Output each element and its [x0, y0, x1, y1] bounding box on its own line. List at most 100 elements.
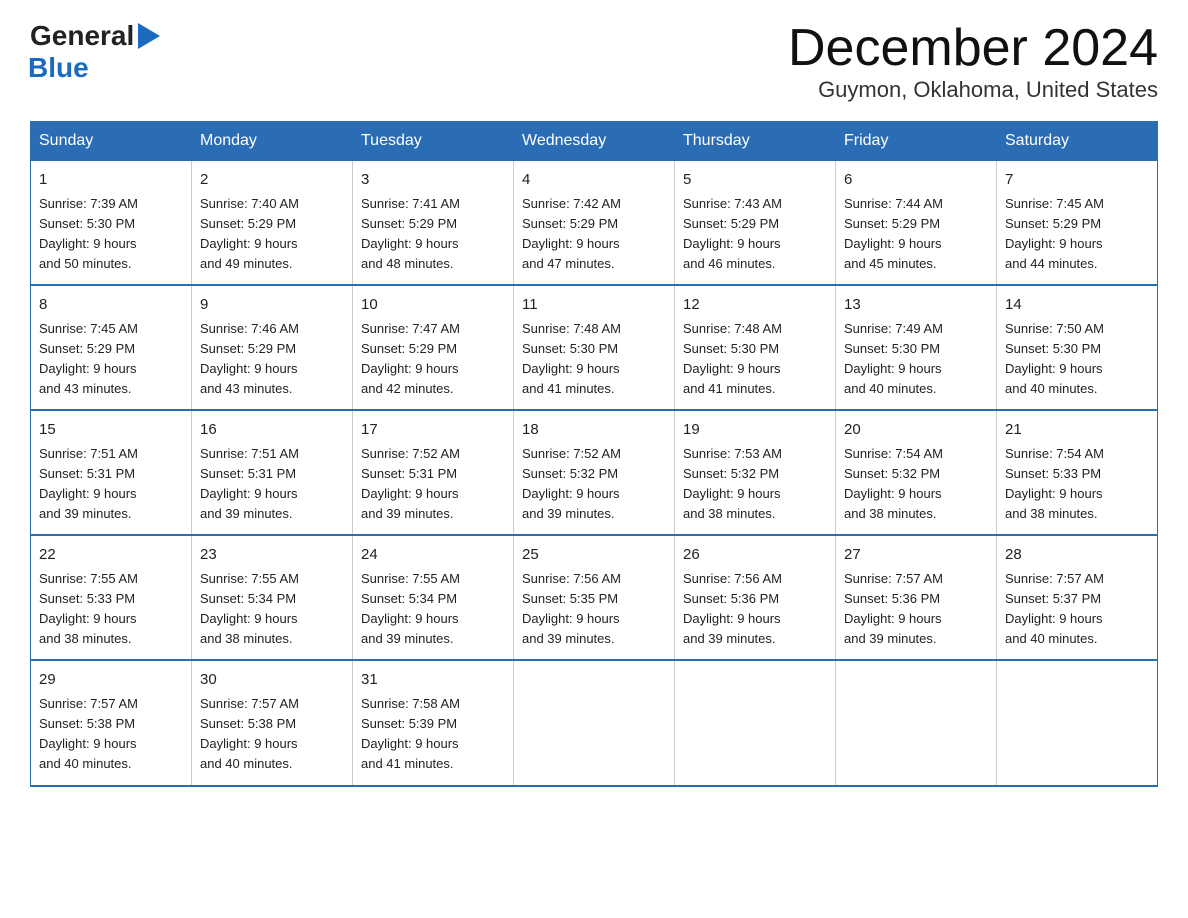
- calendar-cell: 4Sunrise: 7:42 AMSunset: 5:29 PMDaylight…: [514, 161, 675, 286]
- calendar-cell: 1Sunrise: 7:39 AMSunset: 5:30 PMDaylight…: [31, 161, 192, 286]
- calendar-cell: 30Sunrise: 7:57 AMSunset: 5:38 PMDayligh…: [192, 660, 353, 785]
- header-sunday: Sunday: [31, 122, 192, 161]
- logo: General Blue: [30, 20, 160, 84]
- calendar-cell: 24Sunrise: 7:55 AMSunset: 5:34 PMDayligh…: [353, 535, 514, 660]
- calendar-cell: 19Sunrise: 7:53 AMSunset: 5:32 PMDayligh…: [675, 410, 836, 535]
- day-info: Sunrise: 7:43 AMSunset: 5:29 PMDaylight:…: [683, 194, 827, 275]
- header-thursday: Thursday: [675, 122, 836, 161]
- calendar-week-row: 15Sunrise: 7:51 AMSunset: 5:31 PMDayligh…: [31, 410, 1158, 535]
- calendar-cell: 13Sunrise: 7:49 AMSunset: 5:30 PMDayligh…: [836, 285, 997, 410]
- day-number: 28: [1005, 544, 1149, 567]
- day-number: 24: [361, 544, 505, 567]
- calendar-title: December 2024: [788, 20, 1158, 77]
- day-number: 9: [200, 294, 344, 317]
- calendar-cell: 7Sunrise: 7:45 AMSunset: 5:29 PMDaylight…: [997, 161, 1158, 286]
- day-info: Sunrise: 7:40 AMSunset: 5:29 PMDaylight:…: [200, 194, 344, 275]
- day-number: 27: [844, 544, 988, 567]
- day-number: 10: [361, 294, 505, 317]
- day-number: 19: [683, 419, 827, 442]
- calendar-subtitle: Guymon, Oklahoma, United States: [788, 77, 1158, 103]
- logo-general-text: General: [30, 20, 134, 52]
- calendar-cell: [675, 660, 836, 785]
- day-number: 16: [200, 419, 344, 442]
- day-info: Sunrise: 7:56 AMSunset: 5:36 PMDaylight:…: [683, 569, 827, 650]
- day-info: Sunrise: 7:42 AMSunset: 5:29 PMDaylight:…: [522, 194, 666, 275]
- day-info: Sunrise: 7:55 AMSunset: 5:34 PMDaylight:…: [361, 569, 505, 650]
- day-number: 14: [1005, 294, 1149, 317]
- day-number: 3: [361, 169, 505, 192]
- day-info: Sunrise: 7:47 AMSunset: 5:29 PMDaylight:…: [361, 319, 505, 400]
- day-info: Sunrise: 7:39 AMSunset: 5:30 PMDaylight:…: [39, 194, 183, 275]
- day-number: 25: [522, 544, 666, 567]
- logo-blue-text: Blue: [28, 52, 89, 83]
- day-info: Sunrise: 7:49 AMSunset: 5:30 PMDaylight:…: [844, 319, 988, 400]
- calendar-cell: 14Sunrise: 7:50 AMSunset: 5:30 PMDayligh…: [997, 285, 1158, 410]
- calendar-week-row: 22Sunrise: 7:55 AMSunset: 5:33 PMDayligh…: [31, 535, 1158, 660]
- calendar-cell: 8Sunrise: 7:45 AMSunset: 5:29 PMDaylight…: [31, 285, 192, 410]
- day-number: 30: [200, 669, 344, 692]
- day-info: Sunrise: 7:57 AMSunset: 5:38 PMDaylight:…: [200, 694, 344, 775]
- day-info: Sunrise: 7:41 AMSunset: 5:29 PMDaylight:…: [361, 194, 505, 275]
- header-tuesday: Tuesday: [353, 122, 514, 161]
- day-number: 2: [200, 169, 344, 192]
- day-info: Sunrise: 7:53 AMSunset: 5:32 PMDaylight:…: [683, 444, 827, 525]
- day-info: Sunrise: 7:45 AMSunset: 5:29 PMDaylight:…: [39, 319, 183, 400]
- day-number: 18: [522, 419, 666, 442]
- calendar-cell: 18Sunrise: 7:52 AMSunset: 5:32 PMDayligh…: [514, 410, 675, 535]
- calendar-week-row: 8Sunrise: 7:45 AMSunset: 5:29 PMDaylight…: [31, 285, 1158, 410]
- title-block: December 2024 Guymon, Oklahoma, United S…: [788, 20, 1158, 103]
- day-number: 21: [1005, 419, 1149, 442]
- day-number: 5: [683, 169, 827, 192]
- calendar-cell: 29Sunrise: 7:57 AMSunset: 5:38 PMDayligh…: [31, 660, 192, 785]
- calendar-cell: 5Sunrise: 7:43 AMSunset: 5:29 PMDaylight…: [675, 161, 836, 286]
- calendar-cell: 20Sunrise: 7:54 AMSunset: 5:32 PMDayligh…: [836, 410, 997, 535]
- day-info: Sunrise: 7:57 AMSunset: 5:37 PMDaylight:…: [1005, 569, 1149, 650]
- calendar-week-row: 1Sunrise: 7:39 AMSunset: 5:30 PMDaylight…: [31, 161, 1158, 286]
- day-number: 15: [39, 419, 183, 442]
- day-number: 11: [522, 294, 666, 317]
- calendar-cell: 6Sunrise: 7:44 AMSunset: 5:29 PMDaylight…: [836, 161, 997, 286]
- calendar-cell: 15Sunrise: 7:51 AMSunset: 5:31 PMDayligh…: [31, 410, 192, 535]
- day-number: 20: [844, 419, 988, 442]
- day-info: Sunrise: 7:52 AMSunset: 5:31 PMDaylight:…: [361, 444, 505, 525]
- calendar-cell: 21Sunrise: 7:54 AMSunset: 5:33 PMDayligh…: [997, 410, 1158, 535]
- calendar-cell: 3Sunrise: 7:41 AMSunset: 5:29 PMDaylight…: [353, 161, 514, 286]
- day-info: Sunrise: 7:55 AMSunset: 5:34 PMDaylight:…: [200, 569, 344, 650]
- day-number: 8: [39, 294, 183, 317]
- calendar-cell: [514, 660, 675, 785]
- header-saturday: Saturday: [997, 122, 1158, 161]
- calendar-header-row: Sunday Monday Tuesday Wednesday Thursday…: [31, 122, 1158, 161]
- day-number: 26: [683, 544, 827, 567]
- day-info: Sunrise: 7:56 AMSunset: 5:35 PMDaylight:…: [522, 569, 666, 650]
- calendar-cell: 11Sunrise: 7:48 AMSunset: 5:30 PMDayligh…: [514, 285, 675, 410]
- day-info: Sunrise: 7:44 AMSunset: 5:29 PMDaylight:…: [844, 194, 988, 275]
- logo-arrow-icon: [138, 23, 160, 49]
- calendar-cell: 2Sunrise: 7:40 AMSunset: 5:29 PMDaylight…: [192, 161, 353, 286]
- calendar-cell: 22Sunrise: 7:55 AMSunset: 5:33 PMDayligh…: [31, 535, 192, 660]
- day-info: Sunrise: 7:45 AMSunset: 5:29 PMDaylight:…: [1005, 194, 1149, 275]
- day-info: Sunrise: 7:54 AMSunset: 5:33 PMDaylight:…: [1005, 444, 1149, 525]
- calendar-cell: 9Sunrise: 7:46 AMSunset: 5:29 PMDaylight…: [192, 285, 353, 410]
- day-number: 17: [361, 419, 505, 442]
- calendar-cell: 23Sunrise: 7:55 AMSunset: 5:34 PMDayligh…: [192, 535, 353, 660]
- calendar-cell: 28Sunrise: 7:57 AMSunset: 5:37 PMDayligh…: [997, 535, 1158, 660]
- header-friday: Friday: [836, 122, 997, 161]
- calendar-week-row: 29Sunrise: 7:57 AMSunset: 5:38 PMDayligh…: [31, 660, 1158, 785]
- calendar-cell: 31Sunrise: 7:58 AMSunset: 5:39 PMDayligh…: [353, 660, 514, 785]
- day-info: Sunrise: 7:52 AMSunset: 5:32 PMDaylight:…: [522, 444, 666, 525]
- day-info: Sunrise: 7:57 AMSunset: 5:36 PMDaylight:…: [844, 569, 988, 650]
- day-info: Sunrise: 7:51 AMSunset: 5:31 PMDaylight:…: [200, 444, 344, 525]
- day-number: 13: [844, 294, 988, 317]
- day-number: 31: [361, 669, 505, 692]
- header-monday: Monday: [192, 122, 353, 161]
- calendar-cell: 10Sunrise: 7:47 AMSunset: 5:29 PMDayligh…: [353, 285, 514, 410]
- day-info: Sunrise: 7:58 AMSunset: 5:39 PMDaylight:…: [361, 694, 505, 775]
- day-number: 23: [200, 544, 344, 567]
- day-info: Sunrise: 7:50 AMSunset: 5:30 PMDaylight:…: [1005, 319, 1149, 400]
- day-number: 6: [844, 169, 988, 192]
- day-info: Sunrise: 7:51 AMSunset: 5:31 PMDaylight:…: [39, 444, 183, 525]
- day-info: Sunrise: 7:54 AMSunset: 5:32 PMDaylight:…: [844, 444, 988, 525]
- day-number: 7: [1005, 169, 1149, 192]
- day-number: 22: [39, 544, 183, 567]
- day-info: Sunrise: 7:48 AMSunset: 5:30 PMDaylight:…: [683, 319, 827, 400]
